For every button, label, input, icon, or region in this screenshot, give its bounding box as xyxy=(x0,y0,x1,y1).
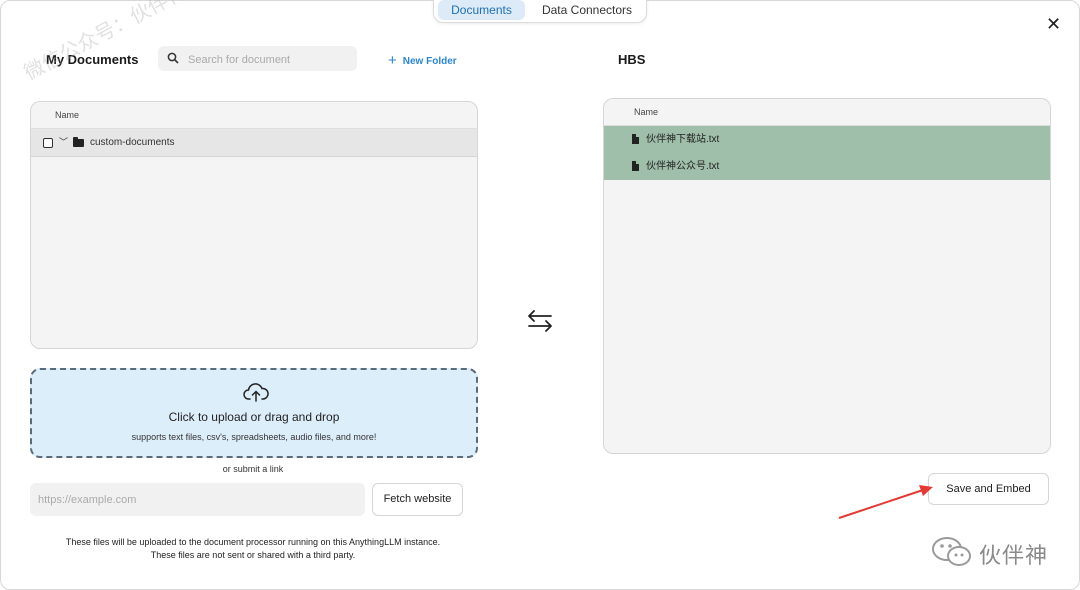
watermark-text: 伙伴神 xyxy=(979,543,1049,568)
or-submit-link-text: or submit a link xyxy=(222,464,284,474)
folder-checkbox[interactable] xyxy=(43,138,53,148)
upload-main-text: Click to upload or drag and drop xyxy=(168,410,340,424)
workspace-documents-panel: Name 伙伴神下载站.txt 伙伴神公众号.txt xyxy=(603,98,1051,454)
upload-sub-text: supports text files, csv's, spreadsheets… xyxy=(131,432,377,442)
close-icon[interactable]: ✕ xyxy=(1046,14,1061,35)
fetch-website-button[interactable]: Fetch website xyxy=(372,483,463,516)
column-header-name: Name xyxy=(604,99,1050,126)
file-icon xyxy=(632,161,639,171)
search-box xyxy=(158,46,357,71)
upload-dropzone[interactable]: Click to upload or drag and drop support… xyxy=(30,368,478,458)
folder-label: custom-documents xyxy=(90,137,175,148)
folder-icon xyxy=(73,137,84,147)
swap-arrows-icon xyxy=(528,310,552,332)
cloud-upload-icon xyxy=(243,383,269,402)
search-icon xyxy=(167,52,179,64)
wechat-icon xyxy=(932,537,971,566)
top-tabs: Documents Data Connectors xyxy=(433,0,647,23)
disclaimer-line-1: These files will be uploaded to the docu… xyxy=(65,537,441,547)
save-and-embed-button[interactable]: Save and Embed xyxy=(928,473,1049,505)
tab-documents[interactable]: Documents xyxy=(438,0,525,20)
file-icon xyxy=(632,134,639,144)
file-row[interactable]: 伙伴神下载站.txt xyxy=(604,126,1050,153)
my-documents-title: My Documents xyxy=(46,52,139,67)
column-header-name: Name xyxy=(31,102,477,129)
file-label: 伙伴神下载站.txt xyxy=(646,134,720,145)
disclaimer-line-2: These files are not sent or shared with … xyxy=(150,550,356,560)
plus-icon: + xyxy=(388,52,397,69)
tab-data-connectors[interactable]: Data Connectors xyxy=(534,0,640,20)
chevron-down-icon[interactable]: ﹀ xyxy=(59,129,68,156)
workspace-title: HBS xyxy=(618,52,646,67)
folder-row[interactable]: ﹀ custom-documents xyxy=(31,129,477,157)
new-folder-button[interactable]: + New Folder xyxy=(388,51,457,69)
red-arrow-annotation xyxy=(838,485,933,519)
new-folder-label: New Folder xyxy=(402,56,457,67)
file-row[interactable]: 伙伴神公众号.txt xyxy=(604,153,1050,180)
file-label: 伙伴神公众号.txt xyxy=(646,161,720,172)
search-input[interactable] xyxy=(186,50,350,69)
wechat-watermark: 伙伴神 xyxy=(931,534,1071,570)
url-input[interactable] xyxy=(30,483,365,516)
my-documents-panel: Name ﹀ custom-documents xyxy=(30,101,478,349)
